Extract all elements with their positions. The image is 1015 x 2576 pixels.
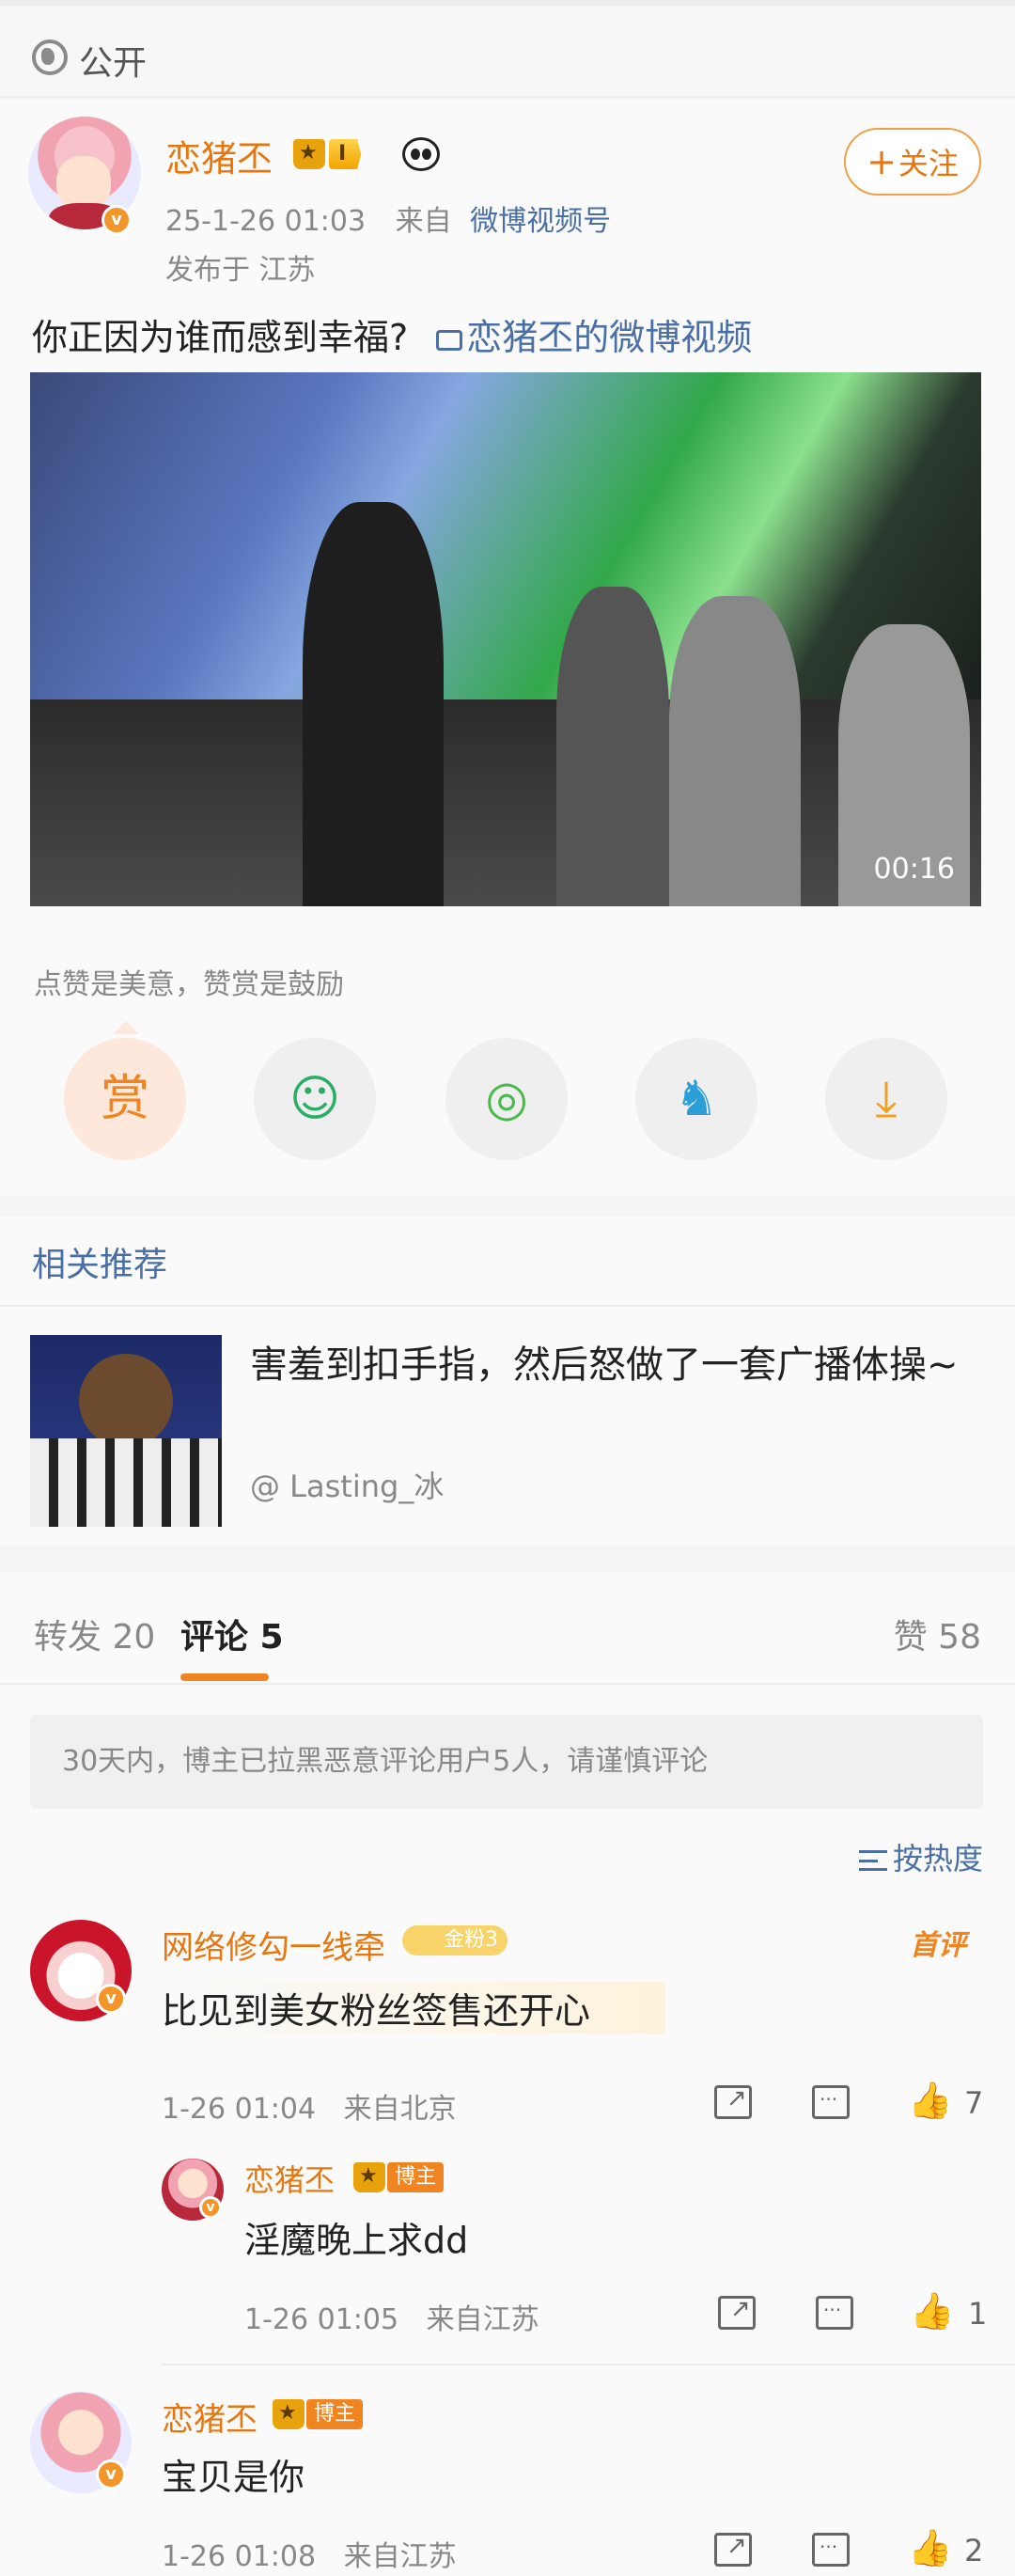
comment-location: 来自北京 [343,2093,457,2126]
video-player[interactable]: 00:16 [30,372,981,906]
video-icon [436,329,463,351]
verified-badge-icon: v [96,2459,126,2490]
save-image-button[interactable]: ⤓ [825,1038,947,1160]
follow-label: 关注 [898,146,959,181]
blacklist-notice: 30天内，博主已拉黑恶意评论用户5人，请谨慎评论 [30,1715,983,1809]
like-count: 2 [964,2533,984,2568]
reward-icon: 赏 [100,1071,149,1127]
comment-time: 1-26 01:08 [162,2540,317,2573]
related-item-source[interactable]: @ Lasting_冰 [250,1463,444,1506]
related-title: 相关推荐 [32,1246,168,1284]
thumb-head [79,1354,173,1448]
panda-icon [402,137,440,171]
share-icon[interactable] [714,2532,752,2567]
video-figure [303,502,444,906]
related-item-text[interactable]: 害羞到扣手指，然后怒做了一套广播体操~ [250,1339,983,1391]
tab-like[interactable]: 赞 58 [894,1610,981,1658]
share-icon[interactable] [714,2084,752,2119]
comment-text: 宝贝是你 [162,2457,305,2498]
tooltip-arrow [113,1021,139,1034]
reply-meta: 1-26 01:05 来自江苏 [244,2296,539,2337]
video-figure [556,587,669,906]
reply-location: 来自江苏 [426,2303,539,2336]
qq-icon: ♞ [674,1071,719,1127]
divider [162,2364,1015,2365]
comments-section: 转发 20 评论 5 赞 58 30天内，博主已拉黑恶意评论用户5人，请谨慎评论… [0,1572,1015,2576]
visibility-label: 公开 [79,44,148,83]
visibility-bar: 公开 [0,0,1015,98]
comment-text: 比见到美女粉丝签售还开心 [162,1982,666,2034]
post-location: 发布于 江苏 [165,254,316,287]
qq-share-button[interactable]: ♞ [635,1038,757,1160]
like-icon[interactable]: 👍 [910,2293,954,2329]
level-badge: I [329,139,362,169]
post-body: 你正因为谁而感到幸福? [32,317,409,358]
save-image-icon: ⤓ [875,1071,898,1127]
verified-badge-icon: v [96,1984,126,2014]
moments-share-button[interactable]: ◎ [445,1038,568,1160]
share-icon[interactable] [718,2295,756,2330]
globe-icon [32,39,68,75]
follow-button[interactable]: +关注 [844,128,981,196]
reply-icon[interactable] [816,2296,853,2330]
post-timestamp: 25-1-26 01:03 [165,205,367,238]
post-card: v 恋猪丕 I 25-1-26 01:03 来自 微博视频号 发布于 江苏 +关… [0,100,1015,1196]
author-name[interactable]: 恋猪丕 [165,130,273,181]
first-comment-label: 首评 [910,1929,966,1962]
video-link-label: 恋猪丕的微博视频 [466,317,753,358]
wechat-icon: ☺ [289,1071,341,1127]
sort-button[interactable]: 按热度 [858,1835,983,1878]
reply-icon[interactable] [812,2085,850,2119]
reply-text: 淫魔晚上求dd [244,2220,469,2261]
reward-button[interactable]: 赏 [64,1038,186,1160]
post-text: 你正因为谁而感到幸福? 恋猪丕的微博视频 [32,308,752,360]
like-count: 7 [964,2085,984,2121]
like-count: 1 [968,2296,988,2332]
tab-comment[interactable]: 评论 5 [180,1610,284,1658]
verified-badge-icon: v [102,205,132,235]
author-badge: 博主 [387,2162,445,2192]
crown-icon [293,139,325,169]
sort-label: 按热度 [892,1841,983,1877]
comment-meta: 1-26 01:04 来自北京 [162,2085,457,2127]
reply-author-name[interactable]: 恋猪丕 [244,2157,335,2200]
comment-meta: 1-26 01:08 来自江苏 [162,2533,457,2574]
verified-badge-icon: v [199,2196,222,2219]
like-icon[interactable]: 👍 [908,2082,952,2118]
source-prefix: 来自 [395,205,452,238]
crown-icon [353,2162,385,2192]
reply-icon[interactable] [812,2533,850,2567]
reward-hint: 点赞是美意，赞赏是鼓励 [34,968,344,1001]
wechat-share-button[interactable]: ☺ [254,1038,376,1160]
video-figure [669,596,801,906]
related-thumbnail[interactable] [30,1335,222,1527]
divider [0,1305,1015,1307]
moments-icon: ◎ [485,1071,528,1127]
reply-time: 1-26 01:05 [244,2303,399,2336]
fan-badge: 金粉3 [402,1925,508,1956]
video-link[interactable]: 恋猪丕的微博视频 [436,317,752,358]
related-section: 相关推荐 害羞到扣手指，然后怒做了一套广播体操~ @ Lasting_冰 [0,1217,1015,1546]
commenter-name[interactable]: 网络修勾一线牵 [162,1922,385,1968]
like-icon[interactable]: 👍 [908,2530,952,2566]
source-link[interactable]: 微博视频号 [470,205,611,238]
plus-icon: + [867,141,897,182]
comment-time: 1-26 01:04 [162,2093,317,2126]
crown-icon [273,2399,304,2429]
commenter-name[interactable]: 恋猪丕 [162,2394,258,2440]
sort-icon [858,1850,887,1871]
thumb-sweater [30,1438,222,1527]
active-tab-indicator [180,1673,269,1681]
comment-location: 来自江苏 [343,2540,457,2573]
author-badge: 博主 [306,2399,364,2429]
video-duration: 00:16 [873,853,955,886]
comment-tabs: 转发 20 评论 5 赞 58 [0,1572,1015,1685]
post-meta: 25-1-26 01:03 来自 微博视频号 [165,197,611,239]
tab-repost[interactable]: 转发 20 [34,1610,155,1658]
